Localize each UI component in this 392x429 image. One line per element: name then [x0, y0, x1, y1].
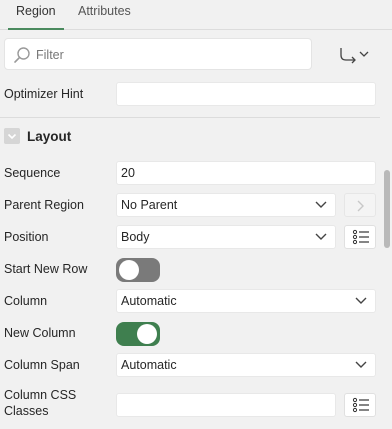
filter-input[interactable]	[36, 45, 296, 65]
goto-group-icon[interactable]	[330, 42, 372, 68]
chevron-down-icon	[355, 361, 367, 368]
label-column-span: Column Span	[4, 358, 80, 372]
chevron-down-icon	[315, 233, 327, 240]
optimizer-hint-input[interactable]	[116, 82, 376, 106]
tab-region[interactable]: Region	[8, 3, 64, 30]
toggle-knob	[119, 260, 139, 280]
row-start-new-row: Start New Row	[0, 253, 380, 285]
label-new-column: New Column	[4, 326, 76, 340]
row-new-column: New Column	[0, 317, 380, 349]
column-value: Automatic	[121, 294, 177, 308]
row-parent-region: Parent Region No Parent	[0, 189, 380, 221]
position-value: Body	[121, 230, 150, 244]
section-title: Layout	[27, 129, 72, 144]
scrollbar[interactable]	[380, 78, 392, 429]
tab-bar: Region Attributes	[0, 0, 392, 30]
search-icon	[14, 47, 30, 63]
label-start-new-row: Start New Row	[4, 262, 88, 276]
chevron-right-icon	[357, 200, 364, 212]
position-list-button[interactable]	[344, 225, 376, 249]
row-column-span: Column Span Automatic	[0, 349, 380, 381]
label-sequence: Sequence	[4, 166, 61, 180]
toolbar	[0, 30, 392, 78]
list-icon	[352, 229, 369, 245]
row-position: Position Body	[0, 221, 380, 253]
new-column-toggle[interactable]	[116, 322, 160, 346]
property-editor: Optimizer Hint Layout Sequence 20 Parent…	[0, 78, 380, 429]
column-select[interactable]: Automatic	[116, 289, 376, 313]
chevron-down-icon	[315, 201, 327, 208]
scroll-thumb[interactable]	[384, 170, 390, 248]
label-column: Column	[4, 294, 48, 308]
label-position: Position	[4, 230, 49, 244]
label-column-css-classes: Column CSS Classes	[4, 388, 77, 418]
row-column-css-classes: Column CSS Classes	[0, 385, 380, 425]
position-select[interactable]: Body	[116, 225, 336, 249]
column-span-select[interactable]: Automatic	[116, 353, 376, 377]
column-span-value: Automatic	[121, 358, 177, 372]
parent-region-select[interactable]: No Parent	[116, 193, 336, 217]
row-optimizer-hint: Optimizer Hint	[0, 78, 380, 110]
label-optimizer-hint: Optimizer Hint	[4, 87, 84, 101]
column-css-classes-input[interactable]	[116, 393, 336, 417]
start-new-row-toggle[interactable]	[116, 258, 160, 282]
label-parent-region: Parent Region	[4, 198, 84, 212]
row-column: Column Automatic	[0, 285, 380, 317]
sequence-input[interactable]: 20	[116, 161, 376, 185]
tab-attributes[interactable]: Attributes	[70, 3, 139, 30]
toggle-knob	[137, 324, 157, 344]
go-to-parent-button[interactable]	[344, 193, 376, 217]
list-icon	[352, 397, 369, 413]
section-layout[interactable]: Layout	[0, 117, 380, 153]
filter-box[interactable]	[4, 38, 312, 70]
parent-region-value: No Parent	[121, 198, 178, 212]
column-css-list-button[interactable]	[344, 393, 376, 417]
chevron-down-icon[interactable]	[4, 128, 20, 144]
row-sequence: Sequence 20	[0, 157, 380, 189]
chevron-down-icon	[355, 297, 367, 304]
